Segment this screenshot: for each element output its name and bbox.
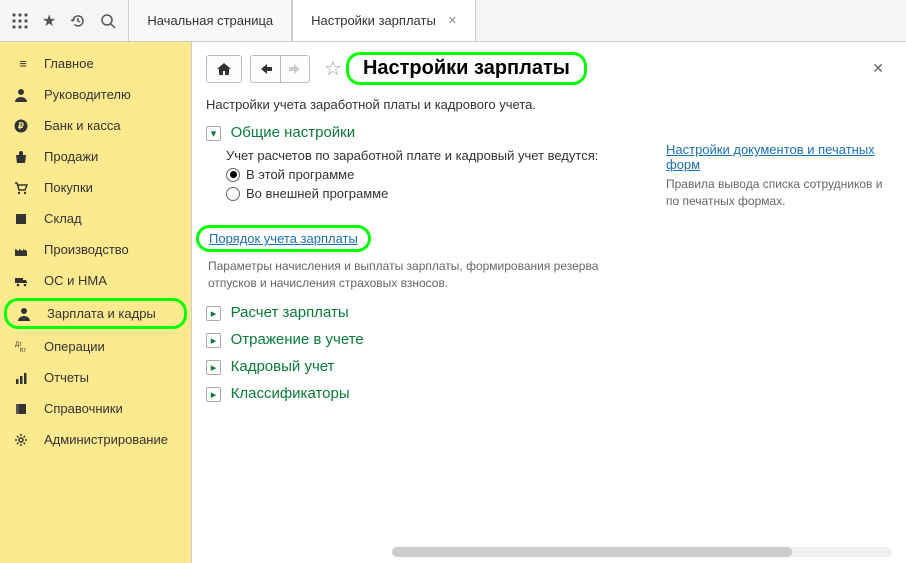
section-reflect-title[interactable]: Отражение в учете	[231, 331, 364, 348]
history-icon[interactable]	[70, 13, 86, 29]
sidebar-item-main[interactable]: ≡ Главное	[0, 48, 191, 79]
tab-label: Настройки зарплаты	[311, 13, 436, 28]
search-icon[interactable]	[100, 13, 116, 29]
tab-label: Начальная страница	[147, 13, 273, 28]
bag-icon	[14, 150, 32, 164]
scrollbar-thumb[interactable]	[392, 547, 792, 557]
sidebar-item-label: Зарплата и кадры	[47, 306, 156, 321]
general-intro: Учет расчетов по заработной плате и кадр…	[226, 148, 626, 163]
expand-toggle[interactable]: ▸	[206, 306, 221, 321]
sidebar-item-admin[interactable]: Администрирование	[0, 424, 191, 455]
sidebar-item-operations[interactable]: ДтКт Операции	[0, 331, 191, 362]
section-general-title[interactable]: Общие настройки	[231, 124, 356, 141]
doc-settings-desc: Правила вывода списка сотрудников и по п…	[666, 176, 892, 210]
close-icon[interactable]: ✕	[448, 14, 457, 27]
section-calc-title[interactable]: Расчет зарплаты	[231, 304, 349, 321]
close-page-button[interactable]: ✕	[864, 56, 892, 81]
cart-icon	[14, 181, 32, 195]
sidebar-item-label: Операции	[44, 339, 105, 354]
apps-icon[interactable]	[12, 13, 28, 29]
radio-external-program[interactable]: Во внешней программе	[226, 186, 626, 201]
menu-icon: ≡	[14, 56, 32, 71]
sidebar-item-label: Продажи	[44, 149, 98, 164]
sidebar-item-production[interactable]: Производство	[0, 234, 191, 265]
doc-settings-link[interactable]: Настройки документов и печатных форм	[666, 142, 875, 172]
person-icon	[14, 88, 32, 102]
svg-text:Кт: Кт	[20, 348, 26, 354]
favorite-icon[interactable]: ☆	[324, 56, 342, 81]
sidebar-item-label: Отчеты	[44, 370, 89, 385]
back-button[interactable]	[250, 55, 280, 83]
star-icon[interactable]: ★	[42, 11, 56, 31]
expand-toggle[interactable]: ▸	[206, 333, 221, 348]
section-classif-title[interactable]: Классификаторы	[231, 385, 350, 402]
section-hr-title[interactable]: Кадровый учет	[231, 358, 335, 375]
sidebar-item-purchases[interactable]: Покупки	[0, 172, 191, 203]
operations-icon: ДтКт	[14, 340, 32, 354]
sidebar-item-label: Справочники	[44, 401, 123, 416]
ruble-icon: ₽	[14, 119, 32, 133]
person-icon	[17, 307, 35, 321]
sidebar-item-reports[interactable]: Отчеты	[0, 362, 191, 393]
home-button[interactable]	[206, 55, 242, 83]
factory-icon	[14, 243, 32, 257]
sidebar-item-label: Главное	[44, 56, 94, 71]
sidebar-item-references[interactable]: Справочники	[0, 393, 191, 424]
sidebar-item-bank[interactable]: ₽ Банк и касса	[0, 110, 191, 141]
sidebar: ≡ Главное Руководителю ₽ Банк и касса Пр…	[0, 42, 192, 563]
sidebar-item-assets[interactable]: ОС и НМА	[0, 265, 191, 296]
sidebar-item-label: Производство	[44, 242, 129, 257]
truck-icon	[14, 274, 32, 288]
radio-label: В этой программе	[246, 167, 354, 182]
sidebar-item-label: Банк и касса	[44, 118, 121, 133]
salary-order-desc: Параметры начисления и выплаты зарплаты,…	[208, 258, 626, 292]
forward-button[interactable]	[280, 55, 310, 83]
radio-this-program[interactable]: В этой программе	[226, 167, 626, 182]
expand-toggle[interactable]: ▾	[206, 126, 221, 141]
svg-text:₽: ₽	[18, 121, 24, 131]
gear-icon	[14, 433, 32, 447]
sidebar-item-warehouse[interactable]: Склад	[0, 203, 191, 234]
sidebar-item-label: ОС и НМА	[44, 273, 107, 288]
radio-label: Во внешней программе	[246, 186, 388, 201]
page-title: Настройки зарплаты	[346, 52, 587, 85]
expand-toggle[interactable]: ▸	[206, 387, 221, 402]
sidebar-item-label: Покупки	[44, 180, 93, 195]
chart-icon	[14, 371, 32, 385]
page-subtitle: Настройки учета заработной платы и кадро…	[206, 97, 892, 112]
tab-salary-settings[interactable]: Настройки зарплаты ✕	[292, 0, 476, 41]
radio-icon	[226, 187, 240, 201]
salary-order-link[interactable]: Порядок учета зарплаты	[209, 231, 358, 246]
book-icon	[14, 402, 32, 416]
radio-icon	[226, 168, 240, 182]
sidebar-item-salary-hr[interactable]: Зарплата и кадры	[4, 298, 187, 329]
sidebar-item-label: Администрирование	[44, 432, 168, 447]
sidebar-item-label: Руководителю	[44, 87, 131, 102]
sidebar-item-label: Склад	[44, 211, 82, 226]
box-icon	[14, 212, 32, 226]
sidebar-item-sales[interactable]: Продажи	[0, 141, 191, 172]
tab-home[interactable]: Начальная страница	[128, 0, 292, 41]
sidebar-item-manager[interactable]: Руководителю	[0, 79, 191, 110]
horizontal-scrollbar[interactable]	[392, 547, 892, 557]
expand-toggle[interactable]: ▸	[206, 360, 221, 375]
